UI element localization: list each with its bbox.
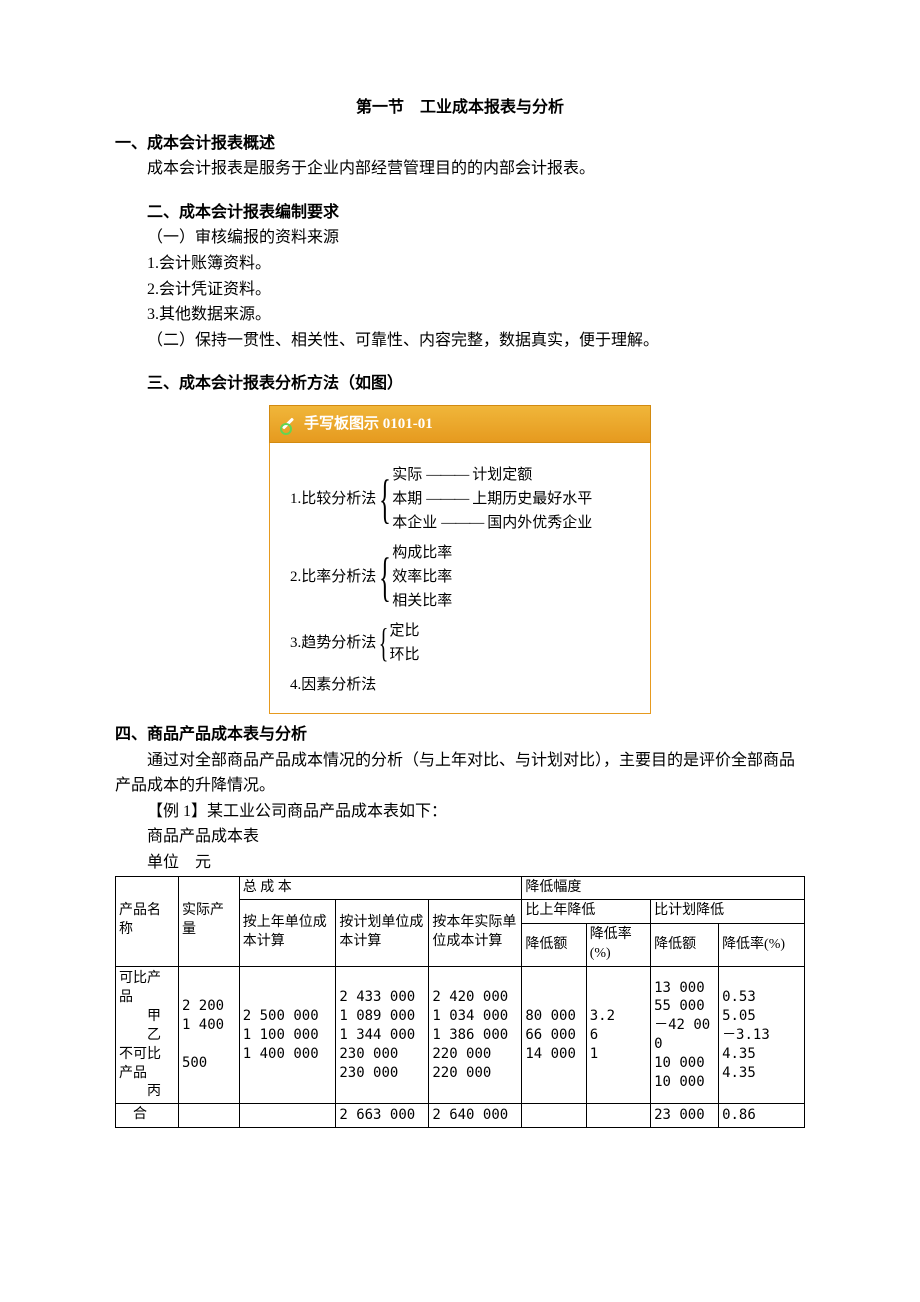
m1a-left: 实际 (392, 467, 422, 483)
list-item: 2.会计凭证资料。 (115, 277, 805, 303)
table-caption: 商品产品成本表 (115, 824, 805, 850)
th-reduce: 降低幅度 (522, 876, 805, 900)
cell-sum-act: 2 640 000 (429, 1104, 522, 1128)
cell-prev-amt: 80 000 66 000 14 000 (522, 967, 586, 1104)
method-3: 3.趋势分析法 { 定比 环比 (290, 619, 634, 667)
list-item: （二）保持一贯性、相关性、可靠性、内容完整，数据真实，便于理解。 (115, 328, 805, 354)
analysis-methods-diagram: 手写板图示 0101-01 1.比较分析法 { 实际———计划定额 本期———上… (269, 405, 651, 714)
m2b: 效率比率 (392, 565, 452, 589)
list-item: 1.会计账簿资料。 (115, 251, 805, 277)
th-plan-unit: 按计划单位成本计算 (336, 900, 429, 967)
list-item: （一）审核编报的资料来源 (115, 225, 805, 251)
table-header-row: 产品名称 实际产量 总 成 本 降低幅度 (116, 876, 805, 900)
th-plan-amt: 降低额 (651, 924, 719, 967)
pen-icon (280, 415, 298, 433)
cell-empty (178, 1104, 239, 1128)
th-prev-unit: 按上年单位成本计算 (239, 900, 336, 967)
paragraph: 通过对全部商品产品成本情况的分析（与上年对比、与计划对比），主要目的是评价全部商… (115, 748, 805, 799)
cell-plan-amt: 13 000 55 000 －42 000 10 000 10 000 (651, 967, 719, 1104)
table-unit: 单位 元 (115, 850, 805, 876)
m2c: 相关比率 (392, 589, 452, 613)
heading-3: 三、成本会计报表分析方法（如图） (115, 371, 805, 397)
th-total-cost: 总 成 本 (239, 876, 522, 900)
th-plan-pct: 降低率(%) (719, 924, 805, 967)
th-qty: 实际产量 (178, 876, 239, 967)
th-vs-prev: 比上年降低 (522, 900, 651, 924)
cell-prev: 2 500 000 1 100 000 1 400 000 (239, 967, 336, 1104)
cell-plan: 2 433 000 1 089 000 1 344 000 230 000 23… (336, 967, 429, 1104)
document-page: 第一节 工业成本报表与分析 一、成本会计报表概述 成本会计报表是服务于企业内部经… (0, 0, 920, 1302)
diagram-body: 1.比较分析法 { 实际———计划定额 本期———上期历史最好水平 本企业———… (269, 443, 651, 714)
heading-2: 二、成本会计报表编制要求 (115, 200, 805, 226)
brace-icon: { (379, 553, 391, 602)
method-2-label: 2.比率分析法 (290, 565, 378, 589)
brace-icon: { (379, 475, 391, 524)
diagram-header: 手写板图示 0101-01 (269, 405, 651, 443)
th-act-unit: 按本年实际单位成本计算 (429, 900, 522, 967)
th-product: 产品名称 (116, 876, 179, 967)
cell-plan-pct: 0.53 5.05 －3.13 4.35 4.35 (719, 967, 805, 1104)
th-vs-plan: 比计划降低 (651, 900, 805, 924)
cell-act: 2 420 000 1 034 000 1 386 000 220 000 22… (429, 967, 522, 1104)
list-item: 3.其他数据来源。 (115, 302, 805, 328)
cell-sum-label: 合 (116, 1104, 179, 1128)
th-prev-amt: 降低额 (522, 924, 586, 967)
method-1-label: 1.比较分析法 (290, 487, 378, 511)
m1c-left: 本企业 (392, 515, 437, 531)
cost-table: 产品名称 实际产量 总 成 本 降低幅度 按上年单位成本计算 按计划单位成本计算… (115, 876, 805, 1129)
cell-empty (586, 1104, 650, 1128)
m1b-right: 上期历史最好水平 (472, 491, 592, 507)
heading-4: 四、商品产品成本表与分析 (115, 722, 805, 748)
example-label: 【例 1】某工业公司商品产品成本表如下： (115, 799, 805, 825)
table-row: 可比产品 甲 乙 不可比产品 丙 2 200 1 400 500 2 500 0… (116, 967, 805, 1104)
brace-icon: { (379, 625, 389, 661)
th-prev-pct: 降低率(%) (586, 924, 650, 967)
method-2: 2.比率分析法 { 构成比率 效率比率 相关比率 (290, 541, 634, 613)
m2a: 构成比率 (392, 541, 452, 565)
cell-prev-pct: 3.2 6 1 (586, 967, 650, 1104)
section-title: 第一节 工业成本报表与分析 (115, 95, 805, 121)
cell-qty: 2 200 1 400 500 (178, 967, 239, 1104)
m3b: 环比 (389, 643, 419, 667)
method-1: 1.比较分析法 { 实际———计划定额 本期———上期历史最好水平 本企业———… (290, 463, 634, 535)
cell-sum-plan-amt: 23 000 (651, 1104, 719, 1128)
heading-1: 一、成本会计报表概述 (115, 131, 805, 157)
m1a-right: 计划定额 (472, 467, 532, 483)
method-3-label: 3.趋势分析法 (290, 631, 378, 655)
table-row-sum: 合 2 663 000 2 640 000 23 000 0.86 (116, 1104, 805, 1128)
paragraph: 成本会计报表是服务于企业内部经营管理目的的内部会计报表。 (115, 156, 805, 182)
m1c-right: 国内外优秀企业 (487, 515, 592, 531)
cell-empty (522, 1104, 586, 1128)
diagram-header-text: 手写板图示 0101-01 (304, 412, 433, 436)
m1b-left: 本期 (392, 491, 422, 507)
m3a: 定比 (389, 619, 419, 643)
method-4: 4.因素分析法 (290, 673, 634, 697)
cell-empty (239, 1104, 336, 1128)
cell-sum-plan: 2 663 000 (336, 1104, 429, 1128)
cell-names: 可比产品 甲 乙 不可比产品 丙 (116, 967, 179, 1104)
cell-sum-plan-pct: 0.86 (719, 1104, 805, 1128)
